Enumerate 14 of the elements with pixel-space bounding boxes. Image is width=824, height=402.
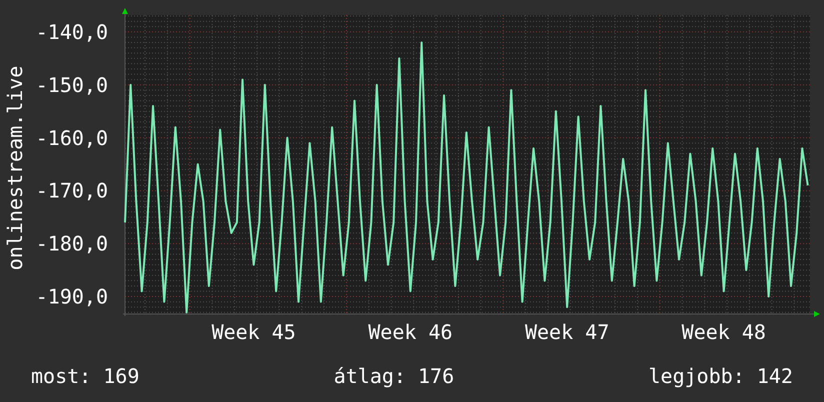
y-tick-label: -140,0	[36, 20, 108, 44]
x-tick-label: Week 45	[212, 320, 296, 344]
stat-text: legjobb: 142	[648, 363, 793, 390]
stat-text: most: 169	[31, 363, 140, 390]
x-tick-label: Week 46	[368, 320, 453, 344]
x-tick-label: Week 48	[682, 320, 766, 344]
x-tick-label: Week 47	[524, 320, 610, 344]
y-tick-label: -150,0	[36, 72, 108, 97]
y-axis-title: onlinestream.live	[3, 66, 27, 270]
stat-text: átlag: 176	[334, 363, 454, 390]
y-tick-label: -190,0	[36, 284, 108, 309]
y-tick-label: -160,0	[36, 126, 108, 150]
y-tick-label: -170,0	[36, 178, 108, 203]
y-tick-label: -180,0	[36, 232, 108, 256]
